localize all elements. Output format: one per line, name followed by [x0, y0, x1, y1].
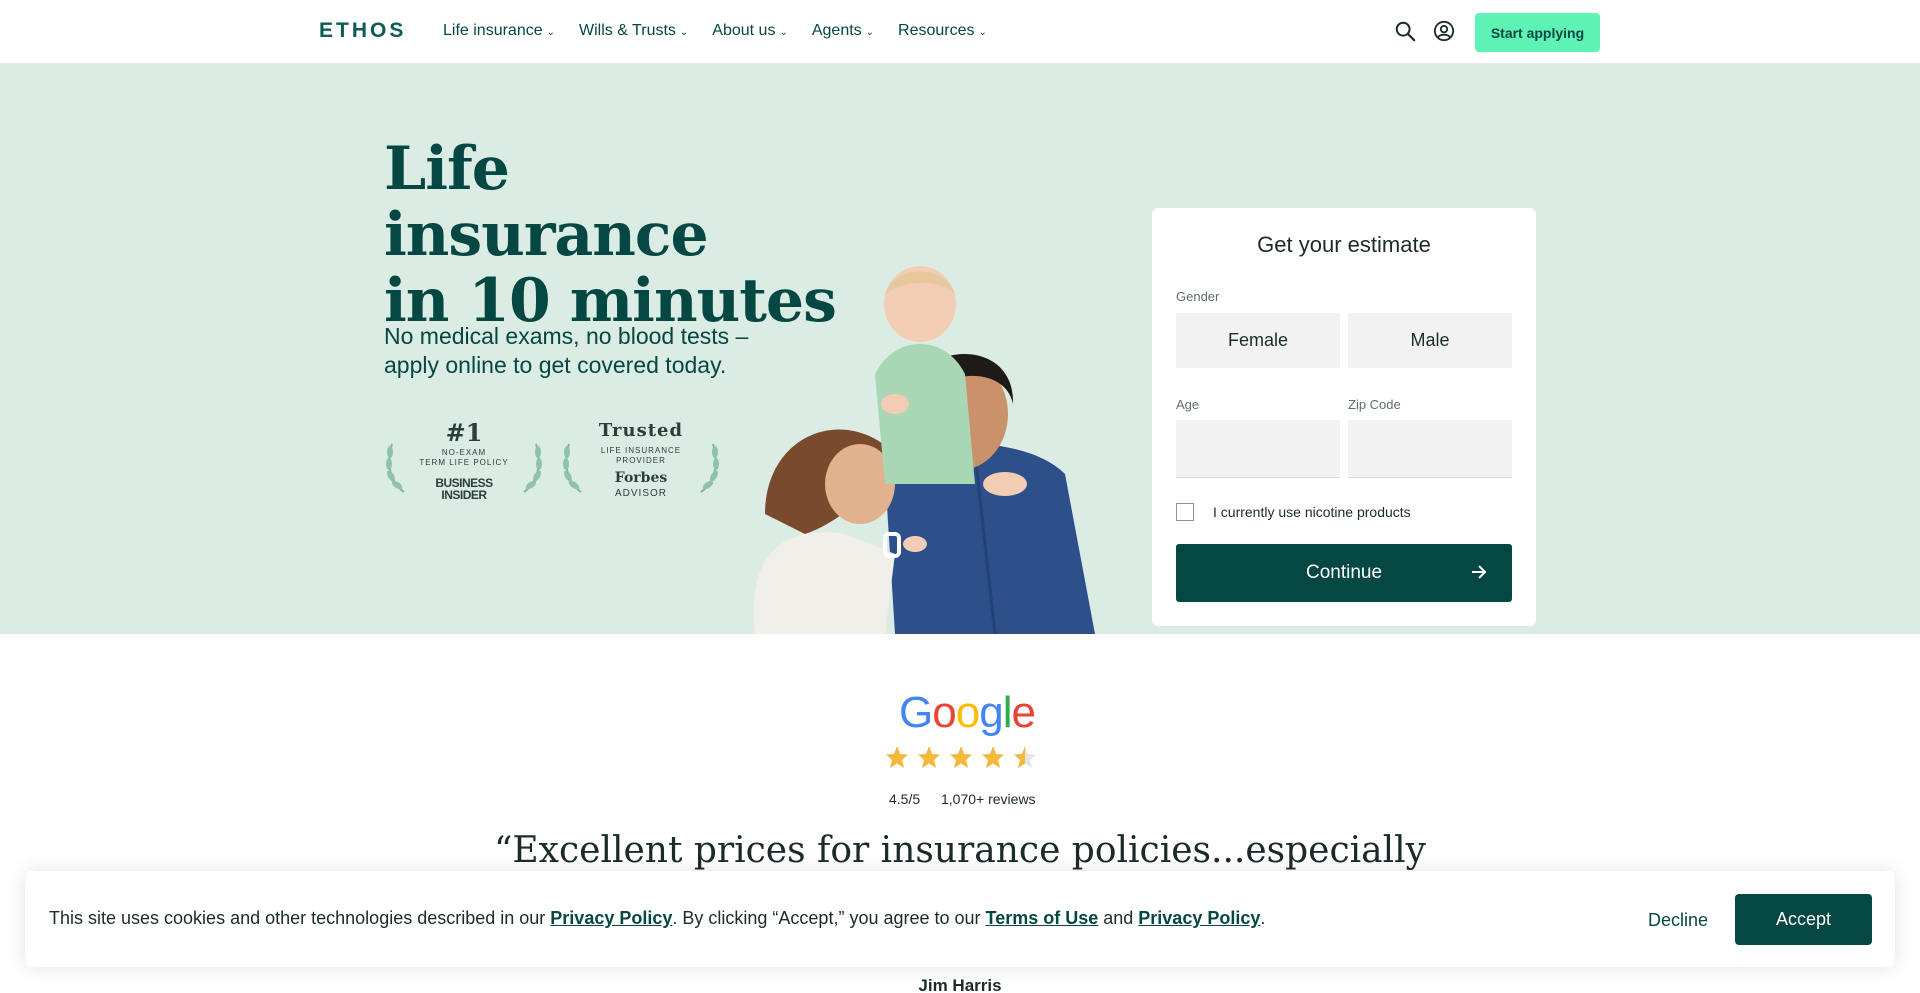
badge-rank: Trusted [598, 420, 684, 441]
star-icon [886, 746, 908, 768]
badge-rank: #1 [445, 418, 483, 447]
review-count: 1,070+ reviews [941, 791, 1036, 807]
menu-item-resources[interactable]: Resources ⌄ [898, 22, 987, 40]
star-icon [982, 746, 1004, 768]
age-label: Age [1176, 397, 1200, 412]
google-logo: Google [899, 688, 1036, 737]
cookie-text: . [1260, 908, 1266, 928]
cookie-banner: This site uses cookies and other technol… [25, 871, 1895, 967]
menu-item-label: Agents [811, 22, 862, 39]
account-icon[interactable] [1433, 20, 1455, 42]
reviewer-name: Jim Harris [918, 976, 1002, 993]
estimate-form: Get your estimate Gender Female Male Age… [1152, 208, 1536, 626]
badge-line: NO-EXAM [441, 448, 487, 457]
award-badge-business-insider: #1 NO-EXAM TERM LIFE POLICY BUSINESS INS… [384, 418, 544, 514]
privacy-policy-link[interactable]: Privacy Policy [1138, 908, 1260, 928]
badge-brand: ADVISOR [614, 488, 667, 499]
star-icon [918, 746, 940, 768]
privacy-policy-link[interactable]: Privacy Policy [550, 908, 672, 928]
gender-label: Gender [1176, 289, 1220, 304]
gender-male-option[interactable]: Male [1348, 313, 1512, 368]
family-photo [753, 266, 1095, 634]
continue-label: Continue [1305, 562, 1383, 583]
hero-subtitle-line: apply online to get covered today. [384, 352, 727, 378]
menu-item-life-insurance[interactable]: Life insurance ⌄ [443, 22, 555, 40]
nicotine-label: I currently use nicotine products [1213, 504, 1411, 520]
top-nav: ETHOS Life insurance ⌄ Wills & Trusts ⌄ Ab… [0, 0, 1920, 64]
menu-item-label: Life insurance [443, 22, 543, 39]
badge-line: PROVIDER [616, 456, 666, 465]
ethos-logo[interactable]: ETHOS [319, 19, 406, 43]
age-field[interactable] [1176, 420, 1340, 478]
menu-item-wills-trusts[interactable]: Wills & Trusts ⌄ [579, 22, 688, 40]
search-icon[interactable] [1394, 20, 1416, 42]
chevron-down-icon: ⌄ [779, 26, 788, 38]
cookie-text: This site uses cookies and other technol… [49, 908, 551, 928]
decline-button[interactable]: Decline [1623, 900, 1733, 940]
main-menu: Life insurance ⌄ Wills & Trusts ⌄ About us… [443, 22, 1011, 40]
star-rating [886, 746, 1036, 768]
chevron-down-icon: ⌄ [679, 26, 689, 38]
badge-brand: Forbes [614, 470, 668, 486]
badge-line: LIFE INSURANCE [600, 446, 682, 455]
chevron-down-icon: ⌄ [865, 26, 875, 38]
menu-item-label: Resources [898, 22, 975, 39]
continue-button[interactable]: Continue [1176, 544, 1512, 602]
arrow-right-icon [1472, 565, 1487, 579]
badge-brand: INSIDER [441, 488, 487, 502]
accept-button[interactable]: Accept [1735, 894, 1872, 945]
star-icon [950, 746, 972, 768]
chevron-down-icon: ⌄ [978, 26, 987, 38]
rating-value: 4.5/5 [889, 791, 921, 807]
hero-subtitle-line: No medical exams, no blood tests – [384, 323, 749, 349]
zip-code-field[interactable] [1348, 420, 1512, 478]
review-quote: “Excellent prices for insurance policies… [494, 830, 1426, 871]
menu-item-label: About us [712, 22, 776, 39]
form-title: Get your estimate [1257, 232, 1431, 257]
cookie-text: and [1098, 908, 1139, 928]
start-applying-button[interactable]: Start applying [1475, 13, 1600, 52]
badge-line: TERM LIFE POLICY [419, 458, 509, 467]
hero-section: Life insurance in 10 minutes No medical … [0, 64, 1920, 634]
chevron-down-icon: ⌄ [546, 26, 556, 38]
menu-item-label: Wills & Trusts [579, 22, 676, 39]
gender-female-option[interactable]: Female [1176, 313, 1340, 368]
nicotine-checkbox[interactable] [1176, 503, 1194, 521]
zip-code-label: Zip Code [1348, 397, 1401, 412]
terms-of-use-link[interactable]: Terms of Use [986, 908, 1099, 928]
menu-item-about-us[interactable]: About us ⌄ [712, 22, 788, 40]
award-badge-forbes: Trusted LIFE INSURANCE PROVIDER Forbes A… [561, 420, 721, 514]
hero-subtitle: No medical exams, no blood tests – apply… [384, 322, 784, 380]
cookie-message: This site uses cookies and other technol… [49, 908, 1265, 929]
menu-item-agents[interactable]: Agents ⌄ [812, 22, 874, 40]
cookie-text: . By clicking “Accept,” you agree to our [672, 908, 986, 928]
